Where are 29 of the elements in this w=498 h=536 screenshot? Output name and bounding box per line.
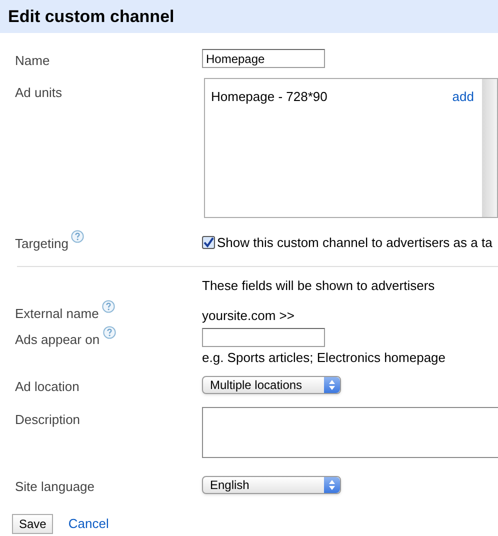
checkbox-label: Show this custom channel to advertisers as a ta (217, 234, 492, 252)
page-title: Edit custom channel (8, 6, 174, 28)
field-label: External name (15, 306, 99, 321)
field-label: Name (15, 53, 50, 68)
updown-icon (329, 380, 335, 390)
field-label: Ad units (15, 85, 62, 100)
hint-text: e.g. Sports articles; Electronics homepage (202, 350, 447, 365)
field-label: Site language (15, 479, 95, 494)
external-name-link[interactable]: yoursite.com >> (202, 308, 294, 323)
section-note: These fields will be shown to advertisers (202, 278, 435, 293)
description-field[interactable] (202, 407, 498, 458)
field-label: Ad location (15, 379, 80, 394)
field-label: Description (15, 412, 80, 427)
dropdown[interactable]: Multiple locations (202, 376, 341, 394)
cancel-link[interactable]: Cancel (68, 514, 109, 534)
dropdown[interactable]: English (202, 476, 341, 494)
checkbox[interactable] (202, 236, 215, 250)
save-button[interactable]: Save (12, 514, 54, 534)
help-icon[interactable] (102, 300, 115, 313)
help-icon[interactable] (102, 326, 116, 339)
ad-unit-name: Homepage - 728*90 (211, 88, 328, 106)
field-label: Ads appear on (15, 332, 100, 347)
text-field[interactable] (202, 328, 325, 347)
help-icon[interactable] (71, 230, 84, 243)
text-field[interactable]: Homepage (202, 49, 325, 68)
updown-icon (329, 480, 335, 490)
add-link[interactable]: add (452, 87, 474, 106)
scrollbar[interactable] (482, 79, 497, 217)
field-label: Targeting (15, 236, 68, 251)
